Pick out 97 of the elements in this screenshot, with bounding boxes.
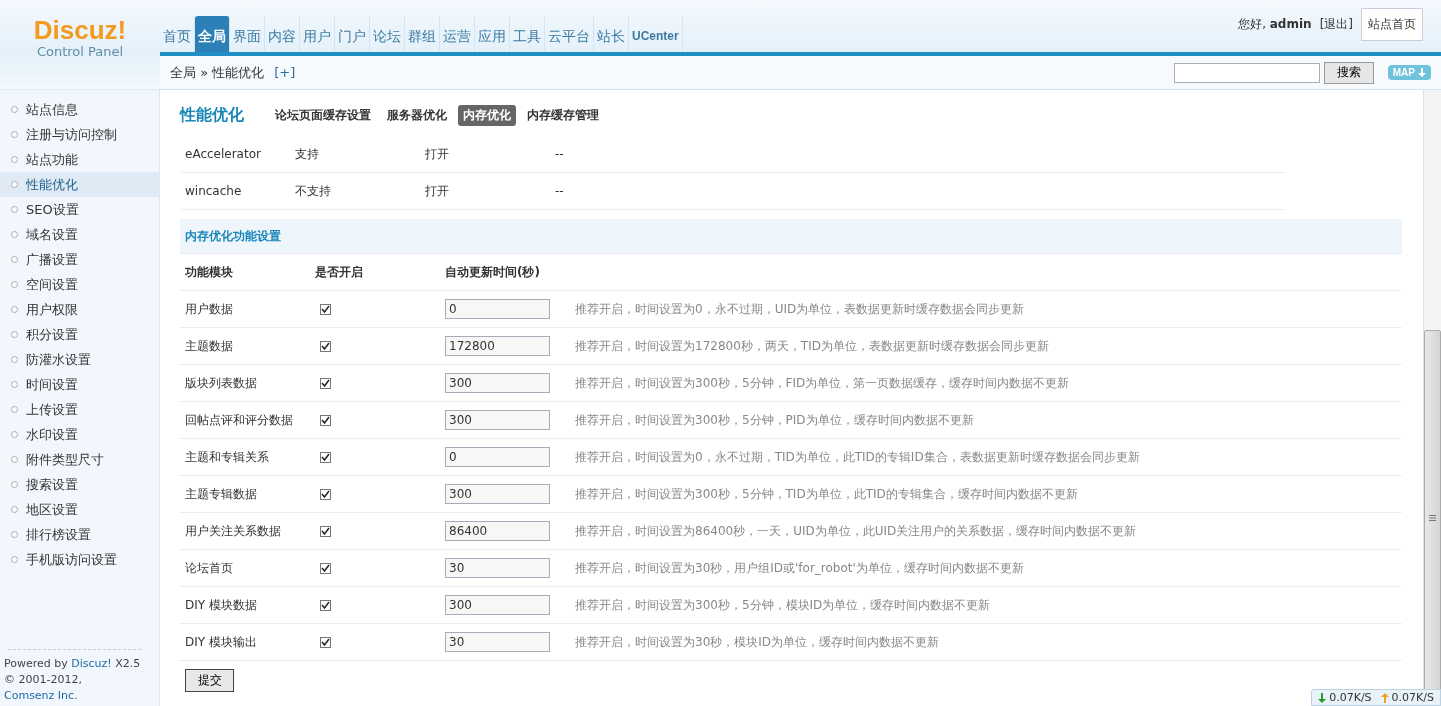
update-time-field[interactable]: 0 (445, 299, 550, 319)
hint-text: 推荐开启，时间设置为0，永不过期，TID为单位，此TID的专辑ID集合，表数据更新时缓存数据会同步更新 (575, 448, 1141, 466)
section-header: 内存优化功能设置 (180, 219, 1402, 254)
page-tab[interactable]: 内存缓存管理 (522, 104, 604, 126)
download-arrow-icon (1318, 692, 1327, 703)
sidebar-item[interactable]: 站点功能 (0, 147, 159, 172)
greeting-text: 您好, admin (1238, 16, 1312, 33)
nav-tab[interactable]: 全局 (195, 16, 230, 52)
hint-text: 推荐开启，时间设置为172800秒，两天，TID为单位，表数据更新时缓存数据会同步更新 (575, 337, 1050, 355)
sidebar-item[interactable]: 搜索设置 (0, 472, 159, 497)
sidebar-item[interactable]: 排行榜设置 (0, 522, 159, 547)
page-tab[interactable]: 论坛页面缓存设置 (270, 104, 376, 126)
down-arrow-icon (1418, 68, 1426, 77)
extension-name: wincache (185, 184, 243, 198)
support-status: 不支持 (295, 182, 332, 200)
breadcrumb: 全局 » 性能优化 (170, 63, 265, 82)
extension-name: eAccelerator (185, 147, 262, 161)
enable-checkbox[interactable] (320, 562, 331, 574)
update-time-field[interactable]: 172800 (445, 336, 550, 356)
module-name: DIY 模块数据 (185, 596, 258, 614)
sidebar-item[interactable]: 附件类型尺寸 (0, 447, 159, 472)
enable-checkbox[interactable] (320, 636, 331, 648)
upload-speed: 0.07K/S (1391, 691, 1434, 704)
sidebar-item[interactable]: 水印设置 (0, 422, 159, 447)
search-field[interactable] (1173, 62, 1320, 83)
column-header: 是否开启 (315, 263, 364, 281)
update-time-field[interactable]: 30 (445, 632, 550, 652)
comsenz-link[interactable]: Comsenz Inc. (4, 689, 78, 702)
column-header: 自动更新时间(秒) (445, 263, 541, 281)
hint-text: 推荐开启，时间设置为300秒，5分钟，TID为单位，此TID的专辑集合，缓存时间内数据不更新 (575, 485, 1079, 503)
enable-checkbox[interactable] (320, 488, 331, 500)
submit-button[interactable]: 提交 (185, 669, 234, 692)
hint-text: 推荐开启，时间设置为300秒，5分钟，PID为单位，缓存时间内数据不更新 (575, 411, 975, 429)
enabled-status: 打开 (425, 182, 450, 200)
logo-subtitle: Control Panel (36, 43, 124, 60)
sidebar-item[interactable]: 时间设置 (0, 372, 159, 397)
update-time-field[interactable]: 86400 (445, 521, 550, 541)
enable-checkbox[interactable] (320, 599, 331, 611)
site-home-button[interactable]: 站点首页 (1361, 8, 1423, 41)
update-time-field[interactable]: 300 (445, 595, 550, 615)
module-name: 回帖点评和评分数据 (185, 411, 294, 429)
sidebar-item[interactable]: SEO设置 (0, 197, 159, 222)
enable-checkbox[interactable] (320, 340, 331, 352)
module-name: 用户关注关系数据 (185, 522, 282, 540)
module-name: DIY 模块输出 (185, 633, 258, 651)
column-header: 功能模块 (185, 263, 234, 281)
upload-arrow-icon (1380, 692, 1389, 703)
copyright-text: © 2001-2012, Comsenz Inc. (4, 672, 83, 704)
extension-note: -- (555, 147, 565, 161)
page-tab[interactable]: 服务器优化 (382, 104, 452, 126)
module-name: 用户数据 (185, 300, 234, 318)
module-name: 版块列表数据 (185, 374, 258, 392)
sidebar-item[interactable]: 广播设置 (0, 247, 159, 272)
update-time-field[interactable]: 300 (445, 484, 550, 504)
sidebar-item[interactable]: 注册与访问控制 (0, 122, 159, 147)
page-title: 性能优化 (180, 104, 244, 126)
support-status: 支持 (295, 145, 320, 163)
update-time-field[interactable]: 30 (445, 558, 550, 578)
discuz-link[interactable]: Discuz! (71, 657, 112, 670)
download-speed: 0.07K/S (1329, 691, 1372, 704)
hint-text: 推荐开启，时间设置为300秒，5分钟，模块ID为单位，缓存时间内数据不更新 (575, 596, 992, 614)
update-time-field[interactable]: 0 (445, 447, 550, 467)
powered-by-text: Powered by Discuz! X2.5 (4, 656, 142, 672)
enable-checkbox[interactable] (320, 303, 331, 315)
enable-checkbox[interactable] (320, 525, 331, 537)
enable-checkbox[interactable] (320, 451, 331, 463)
add-shortcut-link[interactable]: [+] (274, 65, 296, 80)
sidebar-item[interactable]: 地区设置 (0, 497, 159, 522)
search-button[interactable]: 搜索 (1323, 61, 1374, 84)
sidebar-item[interactable]: 域名设置 (0, 222, 159, 247)
logo-title: Discuz! (33, 15, 127, 44)
hint-text: 推荐开启，时间设置为300秒，5分钟，FID为单位，第一页数据缓存，缓存时间内数据不更新 (575, 374, 1071, 392)
module-name: 主题专辑数据 (185, 485, 258, 503)
hint-text: 推荐开启，时间设置为0，永不过期，UID为单位，表数据更新时缓存数据会同步更新 (575, 300, 1026, 318)
update-time-field[interactable]: 300 (445, 410, 550, 430)
update-time-field[interactable]: 300 (445, 373, 550, 393)
sidebar-item[interactable]: 站点信息 (0, 97, 159, 122)
module-name: 主题和专辑关系 (185, 448, 270, 466)
hint-text: 推荐开启，时间设置为30秒，模块ID为单位，缓存时间内数据不更新 (575, 633, 941, 651)
enabled-status: 打开 (425, 145, 450, 163)
grip-icon (1429, 515, 1436, 521)
hint-text: 推荐开启，时间设置为86400秒，一天，UID为单位，此UID关注用户的关系数据，缓存时间内数据不更新 (575, 522, 1138, 540)
module-name: 主题数据 (185, 337, 234, 355)
logout-link[interactable]: [退出] (1319, 16, 1353, 33)
page-tab[interactable]: 内存优化 (458, 104, 516, 126)
enable-checkbox[interactable] (320, 377, 331, 389)
sidebar-item[interactable]: 上传设置 (0, 397, 159, 422)
sidebar-item[interactable]: 积分设置 (0, 322, 159, 347)
sidebar-item[interactable]: 性能优化 (0, 172, 159, 197)
sidebar-item[interactable]: 防灌水设置 (0, 347, 159, 372)
hint-text: 推荐开启，时间设置为30秒，用户组ID或'for_robot'为单位，缓存时间内数据不更新 (575, 559, 1025, 577)
sidebar-item[interactable]: 用户权限 (0, 297, 159, 322)
module-name: 论坛首页 (185, 559, 234, 577)
enable-checkbox[interactable] (320, 414, 331, 426)
sidebar-item[interactable]: 空间设置 (0, 272, 159, 297)
sidebar-item[interactable]: 手机版访问设置 (0, 547, 159, 572)
extension-note: -- (555, 184, 565, 198)
